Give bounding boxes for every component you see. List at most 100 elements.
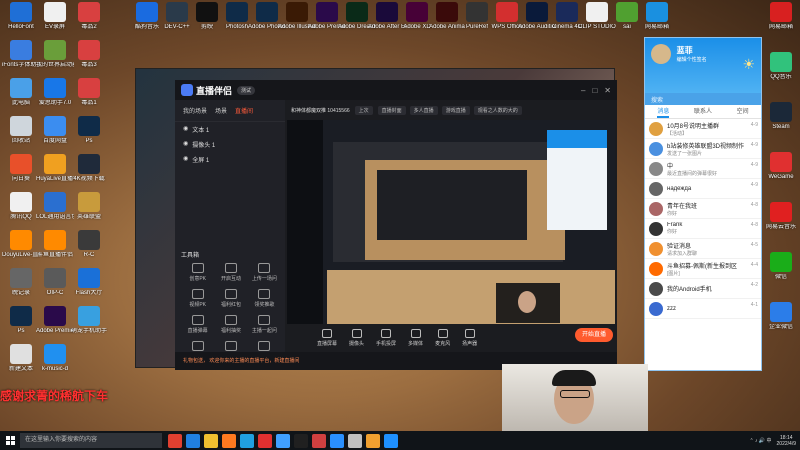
eye-icon[interactable]: ◉ bbox=[183, 125, 188, 134]
control-button[interactable]: 摄像头 bbox=[349, 329, 364, 347]
qq-tab[interactable]: 空间 bbox=[737, 105, 749, 118]
desktop-icon[interactable]: iFonts字体助手 bbox=[2, 40, 40, 78]
tool-item[interactable]: 创意PK bbox=[181, 263, 214, 282]
desktop-icon[interactable]: OIP-C bbox=[36, 268, 74, 306]
control-button[interactable]: 扬声器 bbox=[462, 329, 477, 347]
desktop-icon[interactable]: 百度网盘 bbox=[36, 116, 74, 154]
control-button[interactable]: 麦克风 bbox=[435, 329, 450, 347]
tab-0[interactable]: 我的场景 bbox=[183, 106, 207, 115]
taskbar-app-icon[interactable] bbox=[348, 433, 362, 448]
desktop-icon[interactable]: 我的世界启动器 bbox=[36, 40, 74, 78]
desktop-icon[interactable]: WeGame bbox=[762, 152, 800, 190]
taskbar-app-icon[interactable] bbox=[204, 433, 218, 448]
taskbar-app-icon[interactable] bbox=[384, 433, 398, 448]
chat-item[interactable]: Frank 你好 4-8 bbox=[645, 219, 761, 239]
desktop-icon[interactable]: 企业微信 bbox=[762, 302, 800, 340]
taskbar-app-icon[interactable] bbox=[312, 433, 326, 448]
maximize-icon[interactable]: □ bbox=[592, 86, 597, 95]
tool-item[interactable]: 领奖推歌 bbox=[248, 289, 281, 308]
taskbar-app-icon[interactable] bbox=[258, 433, 272, 448]
qq-search-input[interactable]: 搜索 bbox=[645, 93, 761, 105]
chat-item[interactable]: надежда 4-9 bbox=[645, 179, 761, 199]
source-item[interactable]: ◉ 文本 1 bbox=[175, 122, 285, 137]
taskbar-app-icon[interactable] bbox=[294, 433, 308, 448]
desktop-icon[interactable]: HuyaLive直播伴侣 bbox=[36, 154, 74, 192]
desktop-icon[interactable]: 英雄联盟 bbox=[70, 192, 108, 230]
source-item[interactable]: ◉ 摄像头 1 bbox=[175, 137, 285, 152]
qq-tab[interactable]: 联系人 bbox=[694, 105, 712, 118]
taskbar-app-icon[interactable] bbox=[366, 433, 380, 448]
taskbar-app-icon[interactable] bbox=[222, 433, 236, 448]
tool-item[interactable]: 福利抽奖 bbox=[214, 315, 247, 334]
qq-signature[interactable]: 编辑个性签名 bbox=[677, 56, 707, 63]
desktop-icon[interactable]: 4K视频下载 bbox=[70, 154, 108, 192]
room-pill[interactable]: 游戏直播 bbox=[441, 105, 470, 115]
desktop-icon[interactable]: Ps bbox=[70, 116, 108, 154]
desktop-icon[interactable]: DouyuLive-直播伴侣 bbox=[2, 230, 40, 268]
close-icon[interactable]: ✕ bbox=[604, 86, 611, 95]
desktop-icon[interactable]: R-C bbox=[70, 230, 108, 268]
desktop-icon[interactable]: EV录屏 bbox=[36, 2, 74, 40]
qq-tab[interactable]: 消息 bbox=[657, 105, 670, 118]
control-button[interactable]: 直播屏幕 bbox=[317, 329, 337, 347]
eye-icon[interactable]: ◉ bbox=[183, 140, 188, 149]
tool-item[interactable]: 主播一起问 bbox=[248, 315, 281, 334]
desktop-icon[interactable]: 斗鱼直播伴侣 bbox=[36, 230, 74, 268]
tool-item[interactable]: 直播弹幕 bbox=[181, 315, 214, 334]
desktop-icon[interactable]: k-music-d bbox=[36, 344, 74, 382]
tool-item[interactable]: 福利红包 bbox=[214, 289, 247, 308]
chat-item[interactable]: 中最近直播间的弹幕很好 4-9 bbox=[645, 159, 761, 179]
desktop-icon[interactable]: 萌宠手机助手 bbox=[70, 306, 108, 344]
desktop-icon[interactable]: QQ音乐 bbox=[762, 52, 800, 90]
qq-window[interactable]: 蓝菲 编辑个性签名 ☀ 搜索 消息 联系人 空间 10月8号说明主播群 【活动】 4-9… bbox=[644, 37, 762, 371]
desktop-icon[interactable]: Ps bbox=[2, 306, 40, 344]
tool-item[interactable]: 上传一场问 bbox=[248, 263, 281, 282]
app-chip[interactable]: 测试 bbox=[237, 85, 256, 95]
tab-2[interactable]: 直播间 bbox=[235, 106, 253, 115]
desktop-icon[interactable]: 网易邮箱 bbox=[762, 2, 800, 40]
desktop-icon[interactable]: 腾讯QQ bbox=[2, 192, 40, 230]
room-pill[interactable]: 多人直播 bbox=[409, 105, 438, 115]
taskbar-app-icon[interactable] bbox=[330, 433, 344, 448]
chat-item[interactable]: 斗鱼招募-佩斯(新生报到区 [图片] 4-4 bbox=[645, 259, 761, 279]
control-button[interactable]: 多媒体 bbox=[408, 329, 423, 347]
chat-item[interactable]: 我的Android手机 4-2 bbox=[645, 279, 761, 299]
tab-1[interactable]: 场景 bbox=[215, 106, 227, 115]
desktop-icon[interactable]: Flash大厅 bbox=[70, 268, 108, 306]
minimize-icon[interactable]: – bbox=[581, 86, 585, 95]
taskbar-app-icon[interactable] bbox=[240, 433, 254, 448]
taskbar-app-icon[interactable] bbox=[186, 433, 200, 448]
control-button[interactable]: 手机投屏 bbox=[376, 329, 396, 347]
taskbar-search[interactable]: 在这里输入你要搜索的内容 bbox=[20, 433, 162, 448]
eye-icon[interactable]: ◉ bbox=[183, 155, 188, 164]
taskbar-app-icon[interactable] bbox=[168, 433, 182, 448]
room-pill[interactable]: 观看之人数的大的 bbox=[473, 105, 522, 115]
desktop-icon[interactable]: 回收站 bbox=[2, 116, 40, 154]
desktop-icon[interactable]: 此电脑 bbox=[2, 78, 40, 116]
clock[interactable]: 18:14 2022/4/9 bbox=[777, 435, 796, 447]
desktop-icon[interactable]: 微信 bbox=[762, 252, 800, 290]
desktop-icon[interactable]: 毒品3 bbox=[70, 40, 108, 78]
chat-item[interactable]: zzz 4-1 bbox=[645, 299, 761, 319]
live-companion-window[interactable]: 直播伴侣 测试 – □ ✕ 我的场景 场景 直播间 ◉ 文本 1 ◉ 摄像头 1 ◉ 全屏 1… bbox=[175, 80, 617, 370]
chat-item[interactable]: 验证消息 请求加入群聊 4-5 bbox=[645, 239, 761, 259]
desktop-icon[interactable]: 向日葵 bbox=[2, 154, 40, 192]
preview-area[interactable] bbox=[287, 120, 615, 324]
desktop-icon[interactable]: 网易云音乐 bbox=[762, 202, 800, 240]
avatar[interactable] bbox=[651, 44, 671, 64]
desktop-icon[interactable]: 毒品1 bbox=[70, 78, 108, 116]
desktop-icon[interactable]: Steam bbox=[762, 102, 800, 140]
room-pill[interactable]: 直播封面 bbox=[377, 105, 406, 115]
chat-item[interactable]: 10月8号说明主播群 【活动】 4-9 bbox=[645, 119, 761, 139]
taskbar-app-icon[interactable] bbox=[276, 433, 290, 448]
desktop-icon[interactable]: LOL通用语言包 bbox=[36, 192, 74, 230]
tool-item[interactable]: 开启互动 bbox=[214, 263, 247, 282]
desktop-icon[interactable]: HelloFont bbox=[2, 2, 40, 40]
chat-item[interactable]: b站装修英雄联盟3D视频制作 发送了一张图片 4-9 bbox=[645, 139, 761, 159]
desktop-icon[interactable]: 晚记录 bbox=[2, 268, 40, 306]
desktop-icon[interactable]: 毒品2 bbox=[70, 2, 108, 40]
go-live-button[interactable]: 开始直播 bbox=[575, 328, 613, 342]
desktop-icon[interactable]: 网易邮箱 bbox=[638, 2, 676, 40]
chat-item[interactable]: 青年在我班 你好 4-8 bbox=[645, 199, 761, 219]
desktop-icon[interactable]: 新建文本 bbox=[2, 344, 40, 382]
